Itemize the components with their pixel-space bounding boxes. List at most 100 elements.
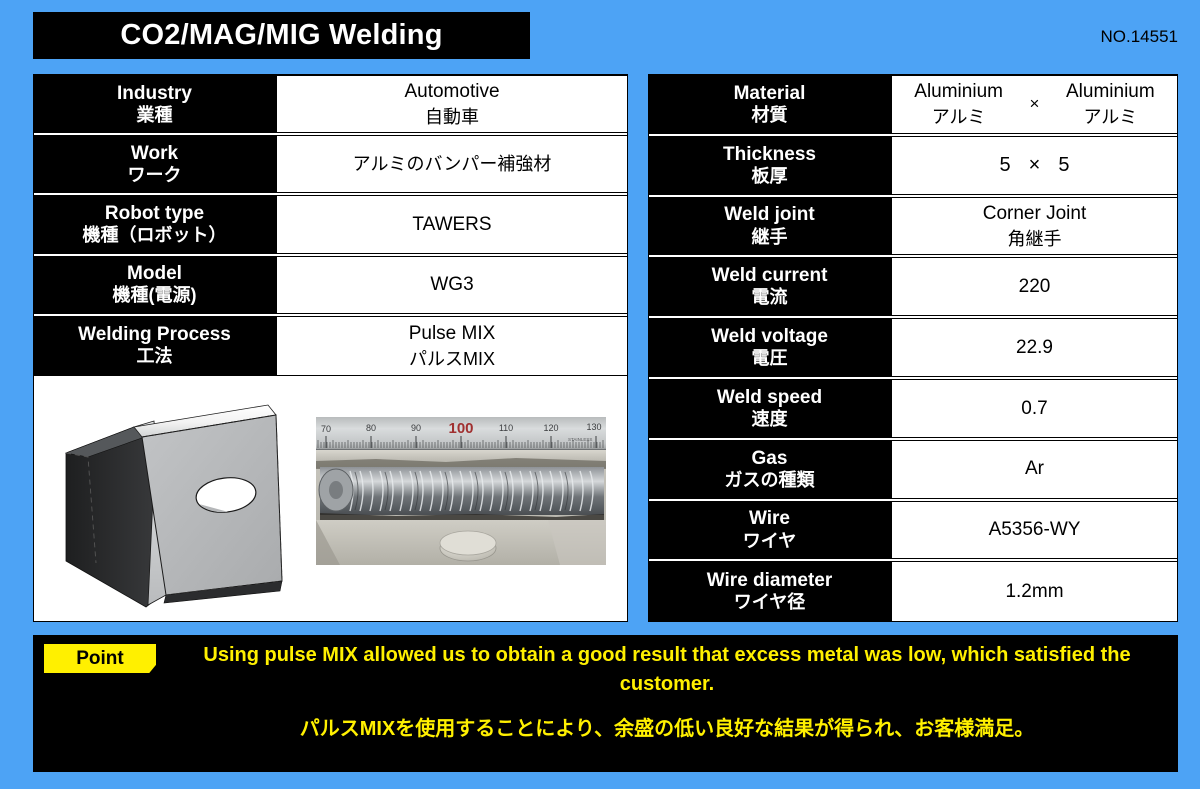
- svg-text:70: 70: [321, 424, 331, 434]
- table-row: Model 機種(電源) WG3: [34, 255, 627, 316]
- svg-text:120: 120: [543, 423, 558, 433]
- label-en: Work: [130, 142, 179, 164]
- value-en: 220: [1018, 275, 1051, 297]
- material-right-en: Aluminium: [1066, 80, 1155, 102]
- table-row: Weld speed 速度 0.7: [649, 378, 1177, 440]
- table-row: Material 材質 Aluminium アルミ × Aluminium アル…: [649, 75, 1177, 136]
- table-row: Wire ワイヤ A5356-WY: [649, 500, 1177, 562]
- table-row: Weld current 電流 220: [649, 257, 1177, 319]
- table-row: Robot type 機種（ロボット） TAWERS: [34, 195, 627, 256]
- slide-root: CO2/MAG/MIG Welding NO.14551 Industry 業種…: [0, 0, 1200, 789]
- point-text-jp: パルスMIXを使用することにより、余盛の低い良好な結果が得られ、お客様満足。: [299, 718, 1035, 740]
- row-value-weld-joint: Corner Joint 角継手: [890, 196, 1177, 256]
- left-spec-table: Industry 業種 Automotive 自動車 Work ワーク アルミの…: [33, 74, 628, 376]
- svg-text:110: 110: [499, 423, 513, 433]
- row-label-weld-current: Weld current 電流: [649, 257, 890, 317]
- page-title-bar: CO2/MAG/MIG Welding: [33, 12, 530, 59]
- cad-drawing-svg: [64, 404, 283, 608]
- weld-photo-svg: 70 80 90 100 110 120 130 STAINLESS: [316, 417, 606, 565]
- row-label-weld-speed: Weld speed 速度: [649, 378, 890, 438]
- row-label-welding-process: Welding Process 工法: [34, 315, 275, 376]
- svg-text:100: 100: [448, 420, 473, 437]
- point-text-en: Using pulse MIX allowed us to obtain a g…: [203, 644, 1131, 695]
- table-row: Thickness 板厚 5 × 5: [649, 135, 1177, 197]
- label-en: Wire diameter: [706, 570, 833, 592]
- value-jp: 自動車: [425, 106, 479, 127]
- image-panel: 70 80 90 100 110 120 130 STAINLESS: [33, 375, 628, 622]
- label-jp: 機種(電源): [112, 285, 197, 306]
- label-en: Welding Process: [78, 324, 231, 346]
- value-en: Automotive: [404, 81, 500, 103]
- row-label-industry: Industry 業種: [34, 75, 275, 134]
- table-row: Industry 業種 Automotive 自動車: [34, 75, 627, 136]
- svg-text:90: 90: [411, 423, 421, 433]
- label-jp: 継手: [751, 226, 788, 247]
- label-en: Industry: [117, 82, 192, 104]
- value-en: 22.9: [1016, 336, 1053, 358]
- table-row: Gas ガスの種類 Ar: [649, 439, 1177, 501]
- label-jp: 工法: [136, 346, 173, 367]
- label-en: Weld joint: [724, 204, 815, 226]
- label-jp: 材質: [751, 105, 788, 125]
- label-jp: 速度: [751, 408, 788, 429]
- row-label-weld-voltage: Weld voltage 電圧: [649, 318, 890, 377]
- label-jp: ワイヤ: [742, 530, 797, 551]
- value-jp: パルスMIX: [408, 348, 495, 369]
- label-jp: 電圧: [751, 348, 788, 369]
- point-section: Point Using pulse MIX allowed us to obta…: [33, 635, 1178, 772]
- table-row: Weld joint 継手 Corner Joint 角継手: [649, 196, 1177, 258]
- value-en: 1.2mm: [1005, 580, 1064, 602]
- row-value-wire-diameter: 1.2mm: [890, 561, 1177, 623]
- label-en: Wire: [748, 508, 790, 530]
- label-jp: 電流: [751, 287, 788, 308]
- row-value-weld-speed: 0.7: [890, 378, 1177, 438]
- multiply-icon: ×: [1029, 93, 1040, 113]
- row-value-welding-process: Pulse MIX パルスMIX: [275, 315, 627, 376]
- row-label-robot-type: Robot type 機種（ロボット）: [34, 195, 275, 254]
- value-en: A5356-WY: [988, 519, 1081, 541]
- row-label-weld-joint: Weld joint 継手: [649, 196, 890, 256]
- row-label-material: Material 材質: [649, 75, 890, 134]
- row-label-model: Model 機種(電源): [34, 255, 275, 314]
- label-jp: ガスの種類: [724, 469, 815, 490]
- right-spec-table: Material 材質 Aluminium アルミ × Aluminium アル…: [648, 74, 1178, 623]
- row-value-material: Aluminium アルミ × Aluminium アルミ: [890, 75, 1177, 134]
- label-en: Weld speed: [716, 386, 823, 408]
- value-jp: アルミのバンパー補強材: [352, 154, 552, 175]
- cad-drawing: [36, 381, 326, 619]
- label-jp: ワイヤ径: [733, 592, 806, 613]
- value-en: WG3: [430, 273, 474, 295]
- label-en: Thickness: [723, 143, 816, 165]
- value-jp: 角継手: [1007, 228, 1062, 249]
- row-value-gas: Ar: [890, 439, 1177, 499]
- row-value-wire: A5356-WY: [890, 500, 1177, 560]
- point-badge: Point: [44, 644, 156, 673]
- label-en: Material: [733, 82, 806, 104]
- table-row: Weld voltage 電圧 22.9: [649, 318, 1177, 379]
- label-en: Gas: [751, 447, 788, 469]
- document-number: NO.14551: [1100, 27, 1179, 46]
- material-left: Aluminium アルミ: [914, 79, 1003, 131]
- table-row: Work ワーク アルミのバンパー補強材: [34, 135, 627, 196]
- ruler-brand: STAINLESS: [568, 437, 592, 442]
- table-row: Wire diameter ワイヤ径 1.2mm: [649, 561, 1177, 623]
- label-en: Robot type: [104, 202, 205, 224]
- label-en: Weld current: [711, 265, 828, 287]
- svg-text:130: 130: [586, 422, 601, 432]
- value-en: Corner Joint: [982, 203, 1087, 225]
- value-en: Ar: [1025, 458, 1044, 480]
- material-right: Aluminium アルミ: [1066, 79, 1155, 131]
- svg-text:80: 80: [366, 423, 376, 433]
- row-label-wire-diameter: Wire diameter ワイヤ径: [649, 561, 890, 623]
- value-en: Pulse MIX: [408, 322, 496, 344]
- material-left-en: Aluminium: [914, 80, 1003, 102]
- thickness-right: 5: [1058, 153, 1070, 176]
- row-value-industry: Automotive 自動車: [275, 75, 627, 134]
- value-en: TAWERS: [412, 213, 492, 235]
- material-left-jp: アルミ: [931, 107, 986, 128]
- label-jp: ワーク: [127, 164, 182, 185]
- label-jp: 機種（ロボット）: [82, 225, 227, 246]
- weld-photo: 70 80 90 100 110 120 130 STAINLESS: [316, 417, 606, 565]
- thickness-left: 5: [999, 153, 1011, 176]
- row-value-thickness: 5 × 5: [890, 135, 1177, 195]
